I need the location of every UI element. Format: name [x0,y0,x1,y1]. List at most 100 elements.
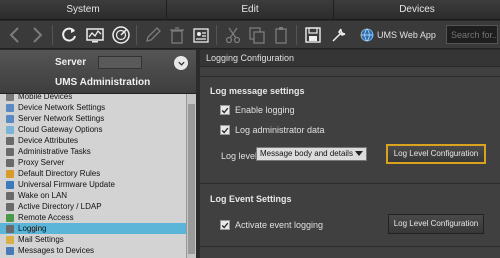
tree-item-messages-to-devices[interactable]: Messages to Devices [0,245,186,256]
globe-icon [360,28,374,42]
ums-web-app-button[interactable]: UMS Web App [360,24,436,46]
panel-title: UMS Administration [55,77,151,88]
tree-item-icon [6,203,14,211]
tree-item-mobile-devices[interactable]: Mobile Devices [0,94,186,102]
dropdown-arrow-icon [355,151,363,156]
back-button[interactable] [4,24,26,46]
scissors-icon [225,27,241,44]
chevron-right-icon [33,27,43,43]
log-admin-data-checkbox[interactable] [220,125,230,135]
admin-tree: Mobile Devices Device Network Settings Ser… [0,94,186,258]
forward-button[interactable] [26,24,48,46]
section-divider [200,76,500,77]
enable-logging-row[interactable]: Enable logging [220,105,295,115]
checkmark-icon [221,107,229,113]
tree-item-server-network-settings[interactable]: Server Network Settings [0,113,186,124]
menu-edit[interactable]: Edit [167,0,334,19]
cut-button[interactable] [222,24,244,46]
delete-button[interactable] [166,24,188,46]
tree-item-mail-settings[interactable]: Mail Settings [0,234,186,245]
monitor-icon [86,28,104,43]
toolbar-separator [52,25,53,45]
tree-item-label: Messages to Devices [18,246,95,255]
enable-logging-checkbox[interactable] [220,105,230,115]
id-card-button[interactable] [190,24,212,46]
scrollbar-thumb[interactable] [188,104,195,254]
content-panel: Logging Configuration Log message settin… [200,50,500,258]
toolbar: UMS Web App [0,21,500,49]
pencil-icon [146,27,161,42]
clipboard-icon [275,27,287,44]
tree-item-device-attributes[interactable]: Device Attributes [0,135,186,146]
refresh-icon [62,27,76,42]
copy-icon [249,27,265,44]
tree-item-wake-on-lan[interactable]: Wake on LAN [0,190,186,201]
tree-item-icon [6,115,14,123]
radar-button[interactable] [110,24,132,46]
tree-item-default-directory-rules[interactable]: Default Directory Rules [0,168,186,179]
log-admin-data-label: Log administrator data [235,125,325,135]
tree-item-icon [6,236,14,244]
search-input[interactable] [446,25,498,44]
log-level-select[interactable]: Message body and details [256,147,367,161]
log-admin-data-row[interactable]: Log administrator data [220,125,325,135]
tree-item-active-directory-ldap[interactable]: Active Directory / LDAP [0,201,186,212]
tree-item-label: Default Directory Rules [18,169,101,178]
tree-item-remote-access[interactable]: Remote Access [0,212,186,223]
log-level-configuration-button[interactable]: Log Level Configuration [386,144,486,164]
activate-event-logging-label: Activate event logging [235,220,324,230]
tree-item-icon [6,192,14,200]
tree-item-label: Device Network Settings [18,103,106,112]
log-level-value: Message body and details [260,149,353,158]
server-label: Server [55,57,87,68]
tree-item-label: Universal Firmware Update [18,180,115,189]
copy-button[interactable] [246,24,268,46]
tree-item-label: Server Network Settings [18,114,105,123]
tree-scrollbar[interactable] [186,94,196,258]
tree-item-universal-firmware-update[interactable]: Universal Firmware Update [0,179,186,190]
tree-item-icon [6,159,14,167]
log-message-settings-title: Log message settings [210,86,305,96]
tree-item-icon [6,137,14,145]
tree-item-icon [6,170,14,178]
tree-item-label: Cloud Gateway Options [18,125,103,134]
tree-item-icon [6,148,14,156]
menu-bar: System Edit Devices [0,0,500,20]
settings-button[interactable] [328,24,350,46]
tree-item-logging[interactable]: Logging [0,223,186,234]
activate-event-logging-row[interactable]: Activate event logging [220,220,323,230]
monitor-button[interactable] [84,24,106,46]
radar-icon [112,26,130,44]
wrench-icon [332,28,346,42]
menu-system[interactable]: System [0,0,167,19]
menu-devices[interactable]: Devices [334,0,500,19]
tree-item-proxy-server[interactable]: Proxy Server [0,157,186,168]
tree-item-label: Mobile Devices [18,94,73,101]
refresh-button[interactable] [58,24,80,46]
edit-button[interactable] [142,24,164,46]
tree-item-administrative-tasks[interactable]: Administrative Tasks [0,146,186,157]
event-log-level-configuration-button[interactable]: Log Level Configuration [388,214,484,234]
tree-item-icon [6,225,14,233]
activate-event-logging-checkbox[interactable] [220,220,230,230]
save-button[interactable] [302,24,324,46]
section-divider [200,183,500,184]
log-event-settings-title: Log Event Settings [210,194,292,204]
chevron-left-icon [9,27,19,43]
toolbar-separator [296,25,297,45]
ums-web-app-label: UMS Web App [377,30,436,40]
paste-button[interactable] [270,24,292,46]
tree-item-icon [6,181,14,189]
log-level-label: Log level [221,151,258,161]
tree-item-cloud-gateway-options[interactable]: Cloud Gateway Options [0,124,186,135]
tree-item-icon [6,126,14,134]
tree-item-icon [6,94,14,101]
tree-item-device-network-settings[interactable]: Device Network Settings [0,102,186,113]
checkmark-icon [221,127,229,133]
tree-item-label: Mail Settings [18,235,64,244]
tree-item-label: Proxy Server [18,158,65,167]
checkmark-icon [221,222,229,228]
tree-item-label: Wake on LAN [18,191,68,200]
collapse-button[interactable] [174,56,188,70]
tree-item-label: Device Attributes [18,136,79,145]
